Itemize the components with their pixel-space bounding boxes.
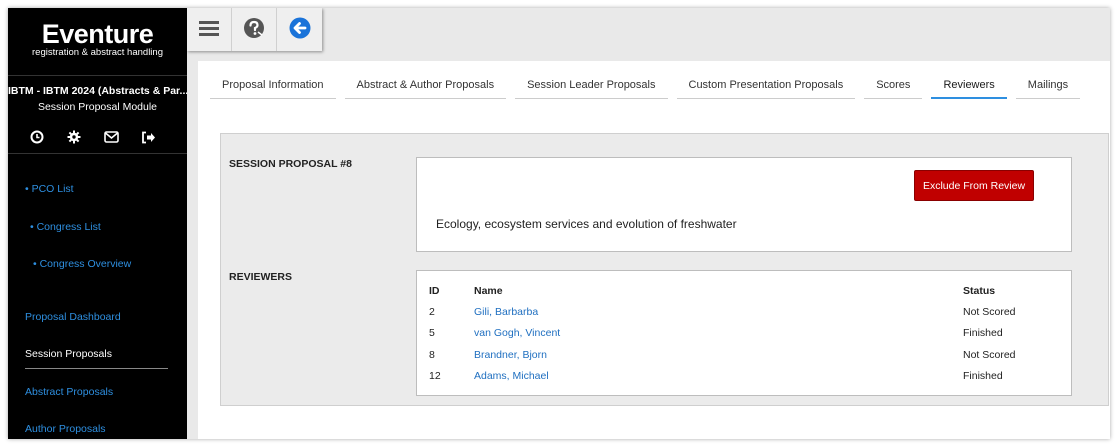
top-toolbar [187,8,322,51]
reviewer-id: 5 [429,327,435,340]
reviewer-status: Finished [963,327,1003,340]
main-content: Proposal Information Abstract & Author P… [198,61,1110,439]
proposal-title: Ecology, ecosystem services and evolutio… [436,217,737,231]
column-header-name: Name [474,285,503,297]
tab-session-leader-proposals[interactable]: Session Leader Proposals [515,74,668,99]
sidebar-link-session-proposals[interactable]: Session Proposals [25,348,112,360]
logo-name: Eventure [41,19,154,49]
reviewers-table: ID Name Status 2 Gili, Barbarba Not Scor… [429,281,1059,387]
back-button[interactable] [277,8,322,51]
table-header-row: ID Name Status [429,281,1059,301]
module-title: Session Proposal Module [37,101,158,113]
logo[interactable]: Eventure registration & abstract handlin… [8,8,187,58]
tab-scores[interactable]: Scores [864,74,923,99]
help-icon [243,17,265,42]
sidebar-link-congress-overview[interactable]: • Congress Overview [33,258,131,270]
tab-mailings[interactable]: Mailings [1015,74,1081,99]
tab-abstract-author-proposals[interactable]: Abstract & Author Proposals [344,74,507,99]
reviewers-label: REVIEWERS [229,271,293,283]
reviewer-status: Not Scored [963,348,1016,361]
menu-button[interactable] [187,8,232,51]
table-row: 2 Gili, Barbarba Not Scored [429,301,1059,323]
reviewer-name-link[interactable]: Adams, Michael [474,370,549,382]
table-row: 12 Adams, Michael Finished [429,366,1059,388]
sidebar-divider [8,153,187,154]
back-arrow-icon [289,17,311,42]
sidebar-link-abstract-proposals[interactable]: Abstract Proposals [25,386,113,398]
sidebar: Eventure registration & abstract handlin… [8,8,187,439]
congress-title: IBTM - IBTM 2024 (Abstracts & Par... [8,85,187,97]
reviewers-box: ID Name Status 2 Gili, Barbarba Not Scor… [416,270,1072,396]
exclude-from-review-button[interactable]: Exclude From Review [914,170,1034,201]
clock-icon[interactable] [28,128,46,146]
reviewer-id: 8 [429,348,435,361]
gear-icon[interactable] [65,128,83,146]
tab-bar: Proposal Information Abstract & Author P… [210,74,1081,99]
sidebar-link-proposal-dashboard[interactable]: Proposal Dashboard [25,311,121,323]
app-window: Eventure registration & abstract handlin… [8,8,1110,439]
proposal-box: Exclude From Review Ecology, ecosystem s… [416,157,1072,252]
logout-icon[interactable] [139,128,157,146]
reviewer-name-link[interactable]: Gili, Barbarba [474,306,538,318]
hamburger-menu-icon [199,20,219,39]
session-proposal-label: SESSION PROPOSAL #8 [229,158,352,170]
reviewer-id: 2 [429,305,435,318]
sidebar-link-pco-list[interactable]: • PCO List [25,183,74,195]
proposal-panel: SESSION PROPOSAL #8 Exclude From Review … [220,133,1109,406]
reviewer-name-link[interactable]: van Gogh, Vincent [474,327,560,339]
sidebar-divider [8,75,187,76]
mail-icon[interactable] [102,128,120,146]
sidebar-link-author-proposals[interactable]: Author Proposals [25,423,106,435]
column-header-status: Status [963,285,996,297]
sidebar-icon-bar [28,128,157,146]
reviewer-status: Finished [963,370,1003,383]
reviewer-status: Not Scored [963,305,1016,318]
sidebar-link-congress-list[interactable]: • Congress List [30,221,101,233]
tab-reviewers[interactable]: Reviewers [931,74,1007,99]
help-button[interactable] [232,8,277,51]
tab-custom-presentation-proposals[interactable]: Custom Presentation Proposals [676,74,856,99]
reviewer-id: 12 [429,370,441,383]
reviewer-name-link[interactable]: Brandner, Bjorn [474,349,547,361]
tab-proposal-information[interactable]: Proposal Information [210,74,336,99]
logo-tagline: registration & abstract handling [32,47,163,58]
column-header-id: ID [429,285,440,297]
active-link-underline [25,368,168,369]
table-row: 5 van Gogh, Vincent Finished [429,323,1059,345]
table-row: 8 Brandner, Bjorn Not Scored [429,344,1059,366]
